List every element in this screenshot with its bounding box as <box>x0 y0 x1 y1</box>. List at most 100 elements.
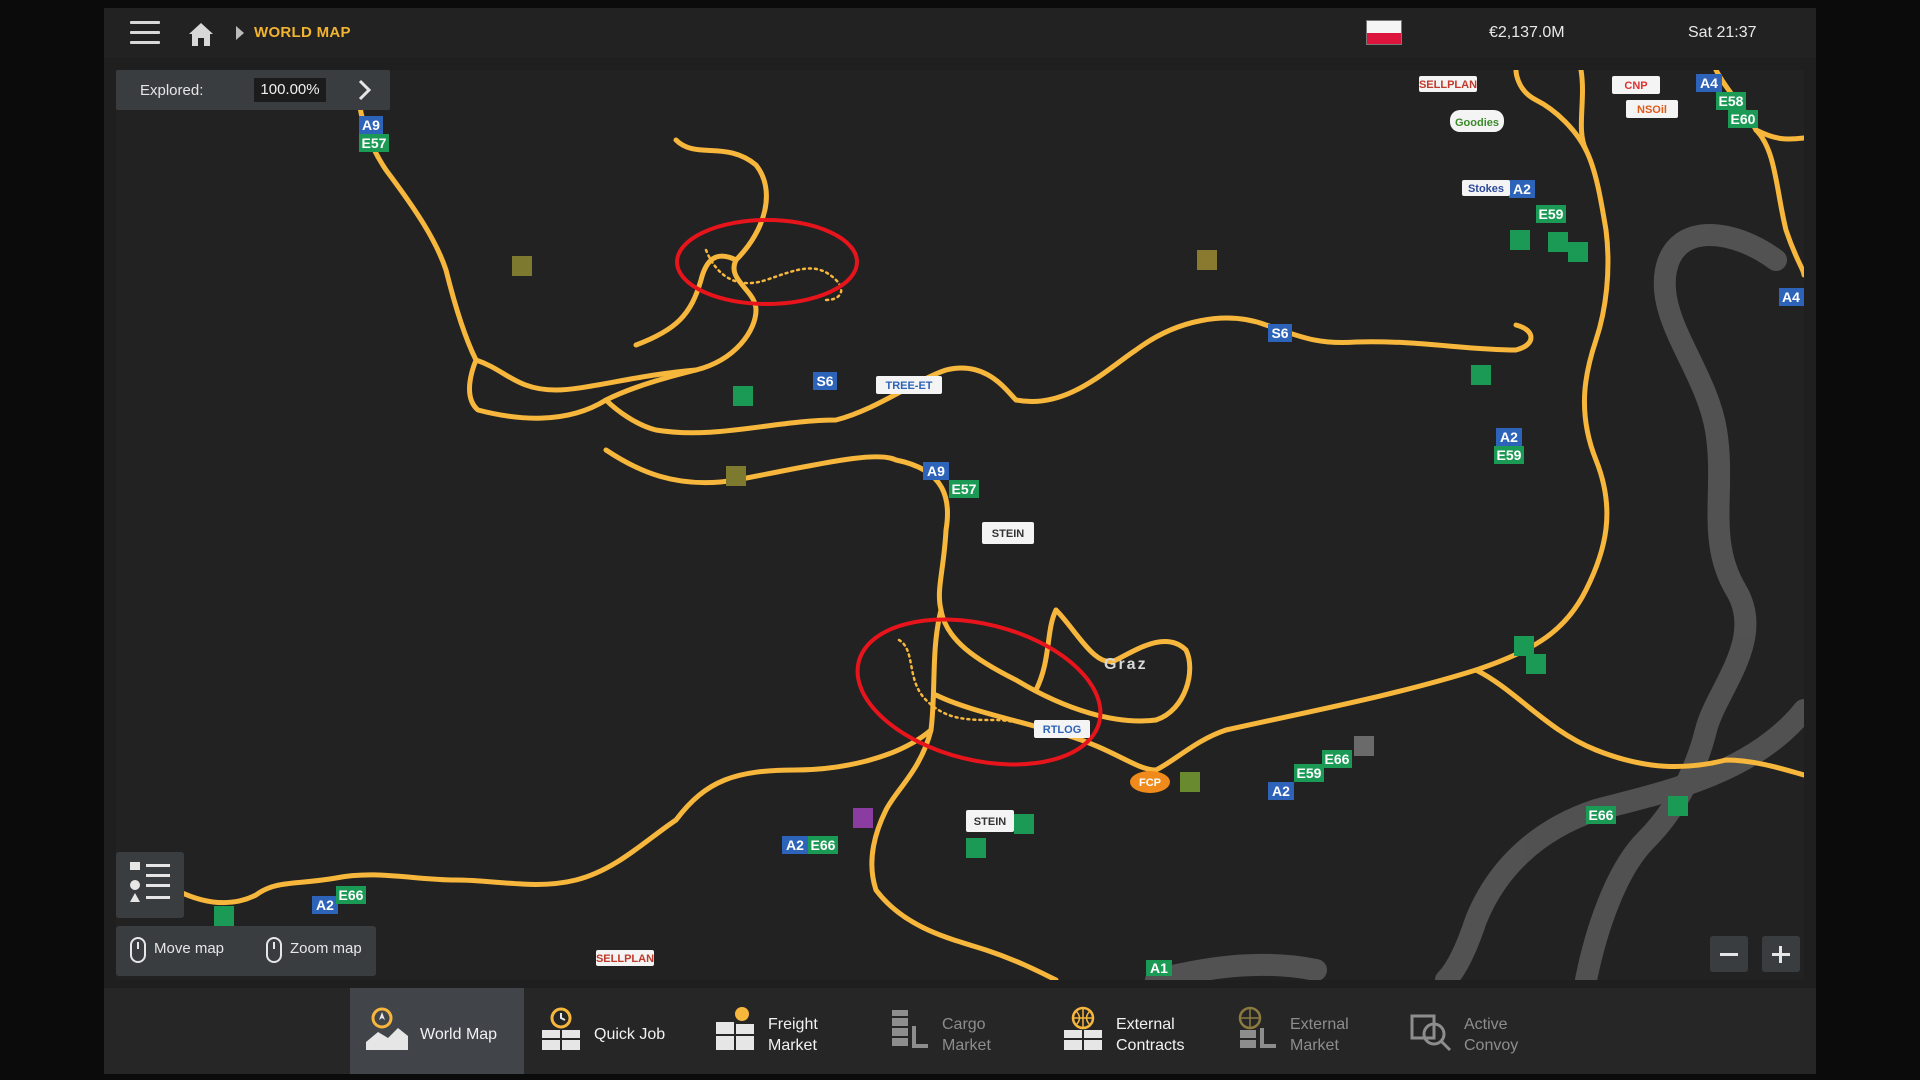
gas-station-icon[interactable] <box>966 838 986 858</box>
svg-text:TREE-ET: TREE-ET <box>885 380 932 392</box>
gas-station-icon[interactable] <box>1526 654 1546 674</box>
svg-text:A2: A2 <box>1500 429 1518 445</box>
tab-quick-job[interactable]: Quick Job <box>524 988 698 1074</box>
garage-icon[interactable] <box>853 808 873 828</box>
tab-label-line2: Contracts <box>1116 1037 1185 1054</box>
photo-trophy-icon[interactable] <box>1197 250 1217 270</box>
road-sign: E66 <box>1322 750 1352 768</box>
map-canvas[interactable]: A9 E57 S6 A9 E57 S6 A2 E59 A4 E58 E60 A2… <box>116 70 1804 980</box>
highlight-circle <box>855 617 1103 767</box>
company-rtlog[interactable]: RTLOG <box>1034 720 1090 738</box>
tab-external-contracts[interactable]: External Contracts <box>1046 988 1220 1074</box>
tab-cargo-market[interactable]: Cargo Market <box>872 988 1046 1074</box>
svg-text:E59: E59 <box>1497 447 1522 463</box>
tab-label: World Map <box>420 1026 498 1043</box>
gas-station-icon[interactable] <box>214 906 234 926</box>
company-stein-bruch[interactable]: STEIN <box>982 522 1034 544</box>
tab-label: External Market <box>1290 1014 1349 1056</box>
road-sign: E60 <box>1728 110 1758 128</box>
svg-text:A9: A9 <box>927 463 945 479</box>
company-stein-bruch-2[interactable]: STEIN <box>966 810 1014 832</box>
svg-text:A4: A4 <box>1782 289 1800 305</box>
gas-station-icon[interactable] <box>1510 230 1530 250</box>
svg-text:A2: A2 <box>786 837 804 853</box>
road-sign: S6 <box>813 372 837 390</box>
explored-label: Explored: <box>140 82 204 99</box>
gas-station-icon[interactable] <box>1514 636 1534 656</box>
legend-button[interactable] <box>116 852 184 918</box>
company-tree-et[interactable]: TREE-ET <box>876 376 942 394</box>
road <box>473 357 699 393</box>
bg-road <box>1145 953 1327 980</box>
svg-text:E66: E66 <box>811 837 836 853</box>
game-clock: Sat 21:37 <box>1688 24 1757 41</box>
company-cnp[interactable]: CNP <box>1612 76 1660 94</box>
tab-active-convoy[interactable]: Active Convoy <box>1394 988 1568 1074</box>
zoom-out-button[interactable] <box>1710 936 1748 972</box>
tab-label-line1: External <box>1116 1016 1175 1033</box>
svg-text:E66: E66 <box>1325 751 1350 767</box>
breadcrumb-arrow-icon <box>236 26 244 40</box>
company-sellplan-2[interactable]: SELLPLAN <box>596 950 654 966</box>
bottom-nav: World Map Quick Job Freight Market Cargo… <box>104 988 1816 1074</box>
tab-external-market[interactable]: External Market <box>1220 988 1394 1074</box>
tab-label-line1: External <box>1290 1016 1349 1033</box>
top-bar: WORLD MAP €2,137.0M Sat 21:37 <box>104 8 1816 58</box>
svg-text:E60: E60 <box>1731 111 1756 127</box>
road <box>355 70 769 421</box>
svg-text:E58: E58 <box>1719 93 1744 109</box>
city-label-graz: Graz <box>1104 656 1148 673</box>
svg-text:A2: A2 <box>316 897 334 913</box>
recruitment-icon[interactable] <box>1180 772 1200 792</box>
svg-text:A2: A2 <box>1272 783 1290 799</box>
company-sellplan[interactable]: SELLPLAN <box>1419 76 1477 92</box>
weigh-station-icon[interactable] <box>1354 736 1374 756</box>
gas-station-icon[interactable] <box>1471 365 1491 385</box>
road-sign: E66 <box>336 886 366 904</box>
mouse-scroll-icon <box>266 937 282 963</box>
road <box>933 70 1611 773</box>
convoy-icon <box>1410 1014 1452 1052</box>
svg-text:E57: E57 <box>362 135 387 151</box>
road <box>633 253 739 348</box>
gas-station-icon[interactable] <box>1548 232 1568 252</box>
tab-label: Cargo Market <box>942 1014 991 1056</box>
company-euro-goodies[interactable]: Goodies <box>1450 110 1504 132</box>
scenic-viewpoint-icon[interactable] <box>726 466 746 486</box>
svg-text:A2: A2 <box>1513 181 1531 197</box>
money-display: €2,137.0M <box>1489 24 1565 41</box>
company-fcp[interactable]: FCP <box>1130 771 1170 793</box>
road-sign: A2 <box>1509 180 1535 198</box>
explored-value: 100.00% <box>254 78 326 102</box>
bg-road <box>1435 699 1804 980</box>
app-window: WORLD MAP €2,137.0M Sat 21:37 A9 E57 S6 … <box>104 8 1816 1074</box>
tab-world-map[interactable]: World Map <box>350 988 524 1074</box>
external-contracts-icon <box>1064 1006 1102 1050</box>
gas-station-icon[interactable] <box>1014 814 1034 834</box>
gas-station-icon[interactable] <box>733 386 753 406</box>
scenic-viewpoint-icon[interactable] <box>512 256 532 276</box>
tab-label-line2: Market <box>768 1037 817 1054</box>
svg-text:E59: E59 <box>1297 765 1322 781</box>
company-stokes[interactable]: Stokes <box>1462 180 1510 196</box>
road <box>1513 70 1589 153</box>
mouse-icon <box>130 937 146 963</box>
company-nsoil[interactable]: NSOil <box>1626 100 1678 118</box>
gas-station-icon[interactable] <box>1568 242 1588 262</box>
breadcrumb[interactable]: WORLD MAP <box>254 24 351 41</box>
chevron-right-icon[interactable] <box>352 78 376 102</box>
tab-label: Quick Job <box>594 1026 666 1043</box>
world-map[interactable]: A9 E57 S6 A9 E57 S6 A2 E59 A4 E58 E60 A2… <box>116 70 1804 980</box>
tab-freight-market[interactable]: Freight Market <box>698 988 872 1074</box>
road-sign: A9 <box>923 462 949 480</box>
menu-icon[interactable] <box>130 21 160 45</box>
road-sign: E66 <box>808 836 838 854</box>
road-sign: A4 <box>1779 288 1804 306</box>
tab-label-line2: Convoy <box>1464 1037 1519 1054</box>
home-icon[interactable] <box>186 20 216 48</box>
gas-station-icon[interactable] <box>1668 796 1688 816</box>
svg-text:S6: S6 <box>1271 325 1288 341</box>
road-sign: A2 <box>1496 428 1522 446</box>
zoom-in-button[interactable] <box>1762 936 1800 972</box>
road-sign: A4 <box>1696 74 1722 92</box>
